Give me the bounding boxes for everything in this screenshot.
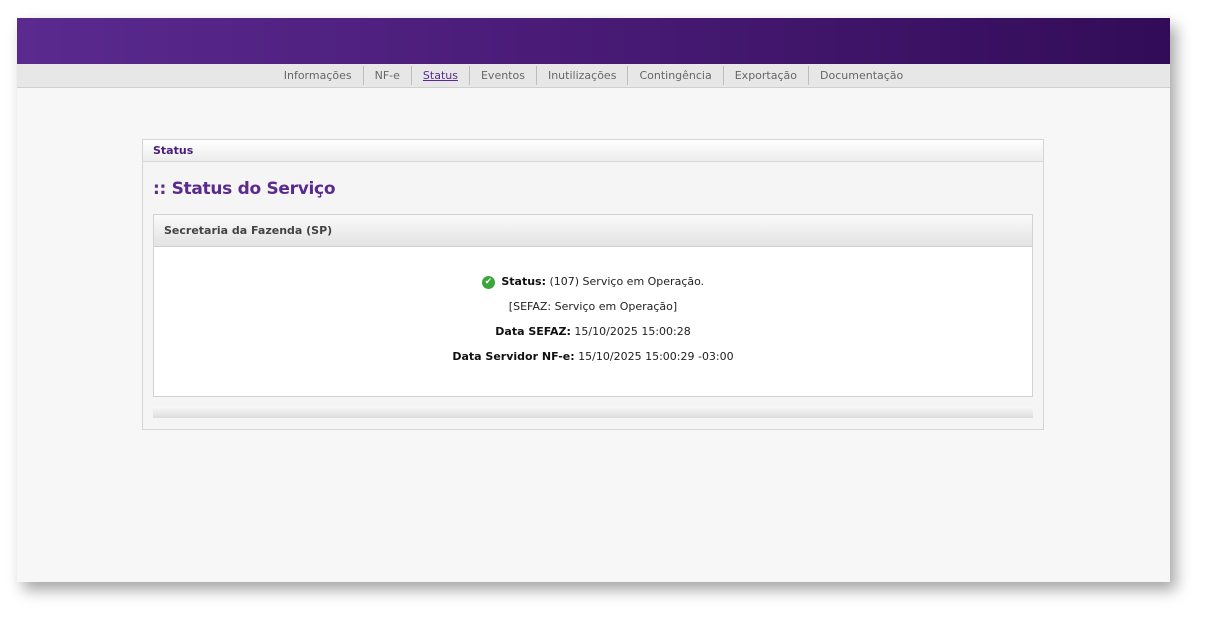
data-servidor-value: 15/10/2025 15:00:29 -03:00 xyxy=(578,350,734,363)
main-nav: Informações NF-e Status Eventos Inutiliz… xyxy=(17,64,1170,88)
data-servidor-label: Data Servidor NF-e: xyxy=(452,350,575,363)
data-sefaz-line: Data SEFAZ: 15/10/2025 15:00:28 xyxy=(154,319,1032,344)
nav-item-nfe[interactable]: NF-e xyxy=(362,66,411,85)
nav-item-documentacao[interactable]: Documentação xyxy=(808,66,914,85)
nav-item-exportacao[interactable]: Exportação xyxy=(722,66,808,85)
data-servidor-line: Data Servidor NF-e: 15/10/2025 15:00:29 … xyxy=(154,344,1032,369)
section-title: :: Status do Serviço xyxy=(153,179,336,199)
nav-item-status[interactable]: Status xyxy=(410,66,469,85)
status-line: ✔ Status: (107) Serviço em Operação. xyxy=(154,269,1032,294)
status-value: (107) Serviço em Operação. xyxy=(549,275,705,288)
status-label: Status: xyxy=(501,275,546,288)
panel-header: Status xyxy=(143,140,1043,162)
check-circle-icon: ✔ xyxy=(481,276,495,289)
nav-item-eventos[interactable]: Eventos xyxy=(468,66,536,85)
data-sefaz-value: 15/10/2025 15:00:28 xyxy=(574,325,691,338)
box-body: ✔ Status: (107) Serviço em Operação. [SE… xyxy=(154,247,1032,369)
panel-footer-bar xyxy=(153,406,1033,418)
box-header: Secretaria da Fazenda (SP) xyxy=(154,215,1032,247)
nav-item-informacoes[interactable]: Informações xyxy=(273,66,363,85)
service-status-box: Secretaria da Fazenda (SP) ✔ Status: (10… xyxy=(153,214,1033,397)
app-window: Informações NF-e Status Eventos Inutiliz… xyxy=(17,18,1170,582)
nav-item-contingencia[interactable]: Contingência xyxy=(627,66,722,85)
sefaz-message: [SEFAZ: Serviço em Operação] xyxy=(508,300,678,313)
data-sefaz-label: Data SEFAZ: xyxy=(495,325,571,338)
top-banner xyxy=(17,18,1170,64)
nav-item-inutilizacoes[interactable]: Inutilizações xyxy=(535,66,627,85)
status-panel: Status :: Status do Serviço Secretaria d… xyxy=(142,139,1044,430)
